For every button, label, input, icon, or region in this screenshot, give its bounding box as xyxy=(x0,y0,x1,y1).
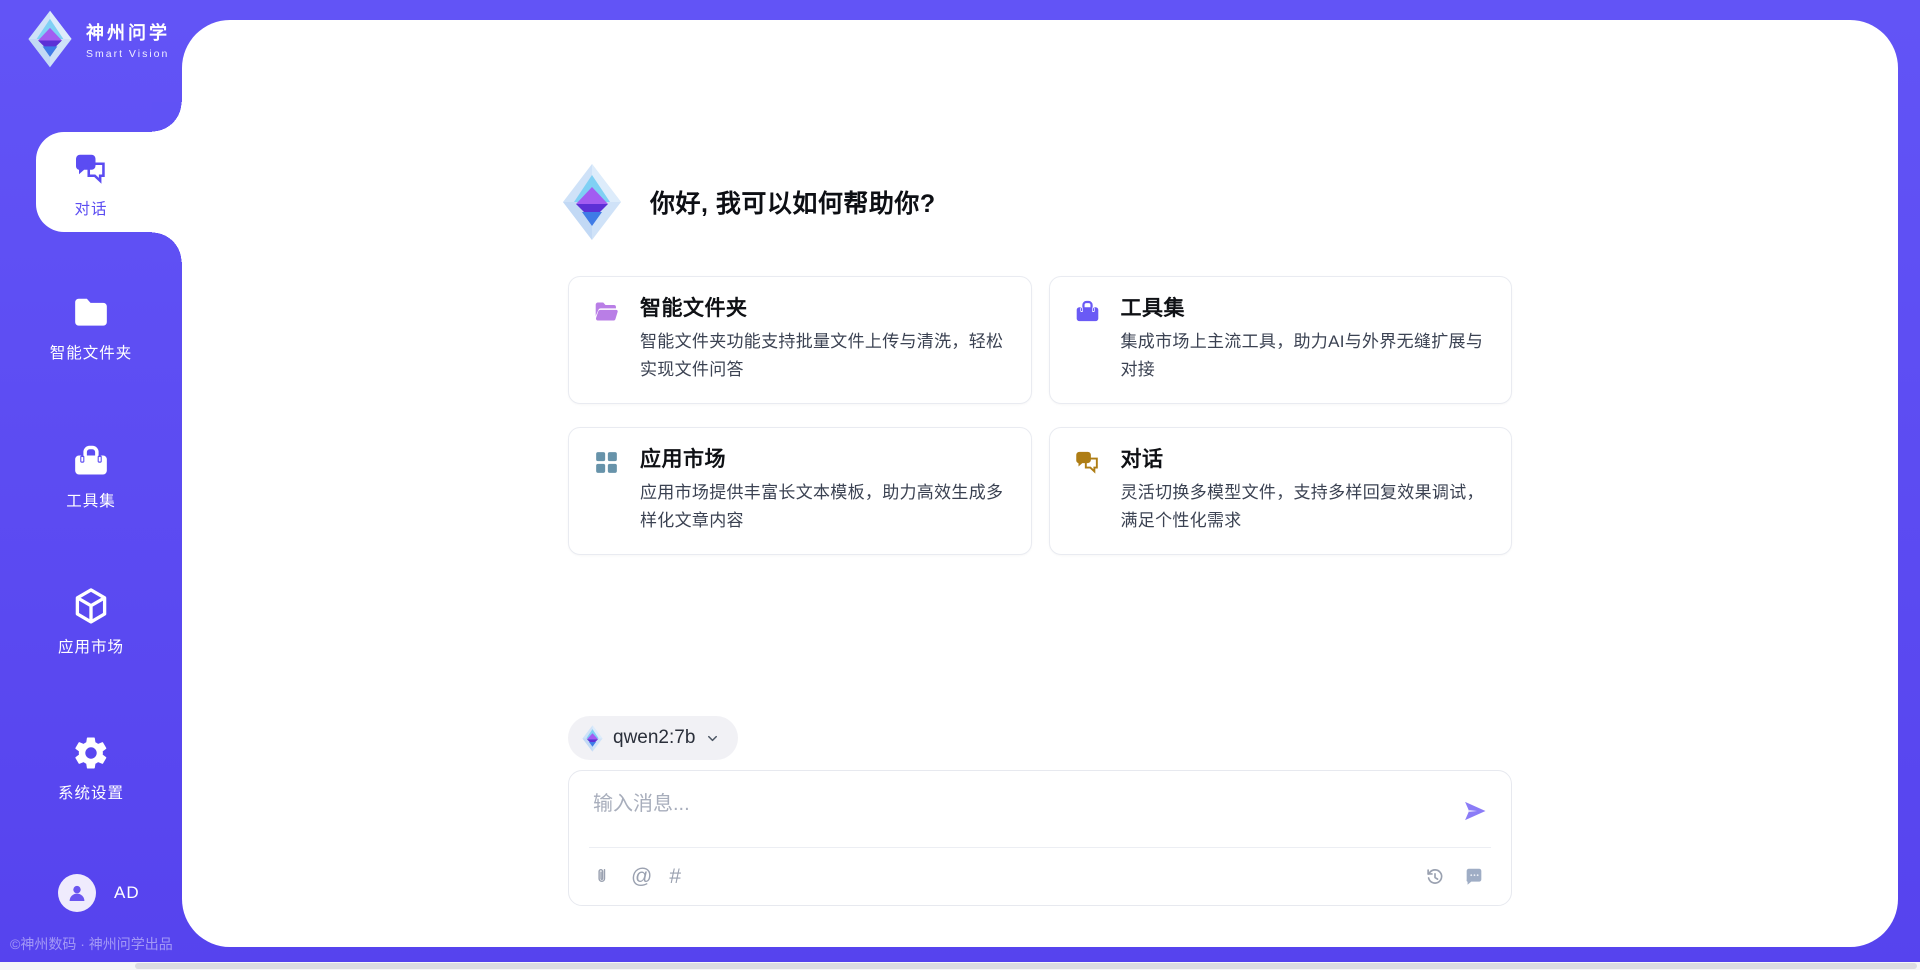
main-panel: 你好, 我可以如何帮助你? 智能文件夹 智能文件夹功能支持批量文件上传与清洗，轻… xyxy=(182,20,1898,947)
history-icon[interactable] xyxy=(1424,866,1446,888)
card-description: 灵活切换多模型文件，支持多样回复效果调试，满足个性化需求 xyxy=(1121,479,1494,535)
send-icon[interactable] xyxy=(1461,797,1489,825)
folder-icon xyxy=(72,294,110,332)
greeting-text: 你好, 我可以如何帮助你? xyxy=(650,184,936,220)
cube-icon xyxy=(72,588,110,626)
card-title: 对话 xyxy=(1121,445,1494,475)
greeting-diamond-icon xyxy=(562,162,622,242)
message-composer: @ # xyxy=(568,770,1512,906)
brand: 神州问学 Smart Vision xyxy=(26,10,170,68)
sidebar-item-chat[interactable]: 对话 xyxy=(0,150,182,219)
sidebar-item-label: 应用市场 xyxy=(58,635,124,657)
horizontal-scrollbar[interactable] xyxy=(0,962,1920,970)
toolbox-icon xyxy=(1074,298,1101,325)
hashtag-icon[interactable]: # xyxy=(669,866,681,887)
folder-open-icon xyxy=(593,298,620,325)
model-diamond-icon xyxy=(582,725,603,752)
toolbox-icon xyxy=(72,442,110,480)
attachment-icon[interactable] xyxy=(595,866,614,887)
card-title: 工具集 xyxy=(1121,294,1494,324)
user-avatar-icon xyxy=(58,874,96,912)
active-tab-fillet-top xyxy=(152,102,182,132)
brand-diamond-icon xyxy=(26,10,74,68)
card-description: 集成市场上主流工具，助力AI与外界无缝扩展与对接 xyxy=(1121,328,1494,384)
chat-icon xyxy=(1074,449,1101,476)
model-selector-row: qwen2:7b xyxy=(568,716,738,760)
sidebar-item-settings[interactable]: 系统设置 xyxy=(0,734,182,803)
chat-home-content: 你好, 我可以如何帮助你? 智能文件夹 智能文件夹功能支持批量文件上传与清洗，轻… xyxy=(568,20,1512,947)
card-toolset[interactable]: 工具集 集成市场上主流工具，助力AI与外界无缝扩展与对接 xyxy=(1049,276,1513,404)
card-chat[interactable]: 对话 灵活切换多模型文件，支持多样回复效果调试，满足个性化需求 xyxy=(1049,427,1513,555)
card-description: 智能文件夹功能支持批量文件上传与清洗，轻松实现文件问答 xyxy=(640,328,1013,384)
chevron-down-icon xyxy=(705,731,720,746)
gear-icon xyxy=(72,734,110,772)
sidebar-item-label: 系统设置 xyxy=(58,781,124,803)
brand-name: 神州问学 xyxy=(86,19,170,45)
feedback-chat-icon[interactable] xyxy=(1463,866,1485,888)
card-smart-folder[interactable]: 智能文件夹 智能文件夹功能支持批量文件上传与清洗，轻松实现文件问答 xyxy=(568,276,1032,404)
scrollbar-thumb[interactable] xyxy=(135,963,1917,969)
model-selector[interactable]: qwen2:7b xyxy=(568,716,738,760)
card-title: 智能文件夹 xyxy=(640,294,1013,324)
brand-subtitle: Smart Vision xyxy=(86,48,170,60)
chat-icon xyxy=(72,150,110,188)
composer-toolbar-right xyxy=(1424,866,1485,888)
greeting: 你好, 我可以如何帮助你? xyxy=(562,162,936,242)
grid-icon xyxy=(593,449,620,476)
feature-cards: 智能文件夹 智能文件夹功能支持批量文件上传与清洗，轻松实现文件问答 xyxy=(568,276,1512,555)
sidebar-item-app-market[interactable]: 应用市场 xyxy=(0,588,182,657)
active-tab-fillet-bottom xyxy=(152,232,182,262)
mention-icon[interactable]: @ xyxy=(631,866,652,887)
user-initials: AD xyxy=(114,883,140,903)
sidebar-item-toolset[interactable]: 工具集 xyxy=(0,442,182,511)
sidebar-item-label: 工具集 xyxy=(66,489,116,511)
user-account[interactable]: AD xyxy=(58,874,140,912)
card-app-market[interactable]: 应用市场 应用市场提供丰富长文本模板，助力高效生成多样化文章内容 xyxy=(568,427,1032,555)
message-input[interactable] xyxy=(593,787,1435,843)
card-description: 应用市场提供丰富长文本模板，助力高效生成多样化文章内容 xyxy=(640,479,1013,535)
sidebar-item-smart-folder[interactable]: 智能文件夹 xyxy=(0,294,182,363)
model-name: qwen2:7b xyxy=(613,727,695,749)
composer-toolbar: @ # xyxy=(589,847,1491,905)
sidebar-item-label: 智能文件夹 xyxy=(50,341,133,363)
card-title: 应用市场 xyxy=(640,445,1013,475)
sidebar: 神州问学 Smart Vision 对话 智能文件夹 xyxy=(0,0,182,970)
copyright-footer: ©神州数码 · 神州问学出品 xyxy=(10,934,173,954)
sidebar-item-label: 对话 xyxy=(74,197,107,219)
